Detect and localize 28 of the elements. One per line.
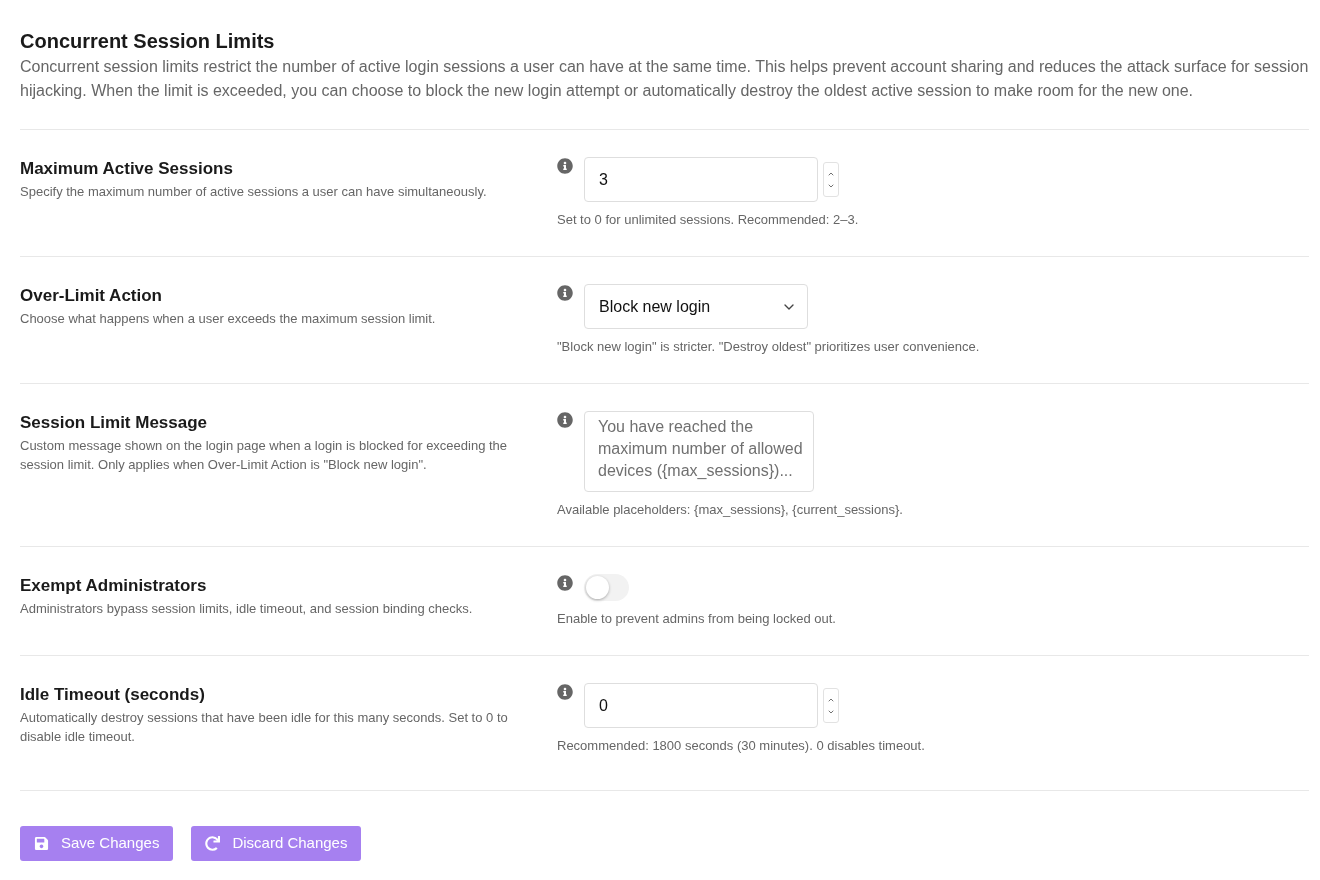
setting-description: Choose what happens when a user exceeds the maximum session limit. — [20, 310, 437, 328]
setting-description: Automatically destroy sessions that have been idle for this many seconds. Set to 0 to disable idle timeout. — [20, 709, 509, 746]
page-description: Concurrent session limits restrict the number of active login sessions a user can have at the same time. This helps prevent account sharing and reduces the attack surface for session hijacking. When the limit is exceeded, you can choose to block the new login attempt or automatically destroy the oldest active session to make room for the new one. — [20, 57, 1309, 101]
setting-description: Custom message shown on the login page when a login is blocked for exceeding the session limit. Only applies when Over-Limit Action is "Block new login". — [20, 437, 509, 474]
info-icon[interactable] — [557, 158, 573, 174]
help-text: "Block new login" is stricter. "Destroy oldest" prioritizes user convenience. — [557, 338, 981, 356]
number-input[interactable]: 0 — [584, 683, 818, 728]
setting-description: Administrators bypass session limits, idle timeout, and session binding checks. — [20, 600, 474, 618]
toggle-switch[interactable] — [584, 574, 629, 601]
setting-title: Exempt Administrators — [20, 575, 208, 597]
page-title: Concurrent Session Limits — [20, 29, 276, 54]
setting-description: Specify the maximum number of active sessions a user can have simultaneously. — [20, 183, 488, 201]
help-text: Enable to prevent admins from being locked out. — [557, 610, 837, 628]
setting-title: Over-Limit Action — [20, 285, 163, 307]
message-textarea[interactable]: You have reached the maximum number of allowed devices ({max_sessions})... — [584, 411, 814, 492]
info-icon[interactable] — [557, 285, 573, 301]
info-icon[interactable] — [557, 412, 573, 428]
number-input[interactable]: 3 — [584, 157, 818, 202]
setting-title: Idle Timeout (seconds) — [20, 684, 206, 706]
info-icon[interactable] — [557, 575, 573, 591]
help-text: Recommended: 1800 seconds (30 minutes). 0 disables timeout. — [557, 737, 926, 755]
setting-title: Session Limit Message — [20, 412, 209, 434]
help-text: Set to 0 for unlimited sessions. Recommended: 2–3. — [557, 211, 860, 229]
dropdown-select[interactable]: Block new login — [584, 284, 808, 329]
info-icon[interactable] — [557, 684, 573, 700]
help-text: Available placeholders: {max_sessions}, {current_sessions}. — [557, 501, 904, 519]
setting-title: Maximum Active Sessions — [20, 158, 234, 180]
refresh-icon — [205, 836, 221, 851]
